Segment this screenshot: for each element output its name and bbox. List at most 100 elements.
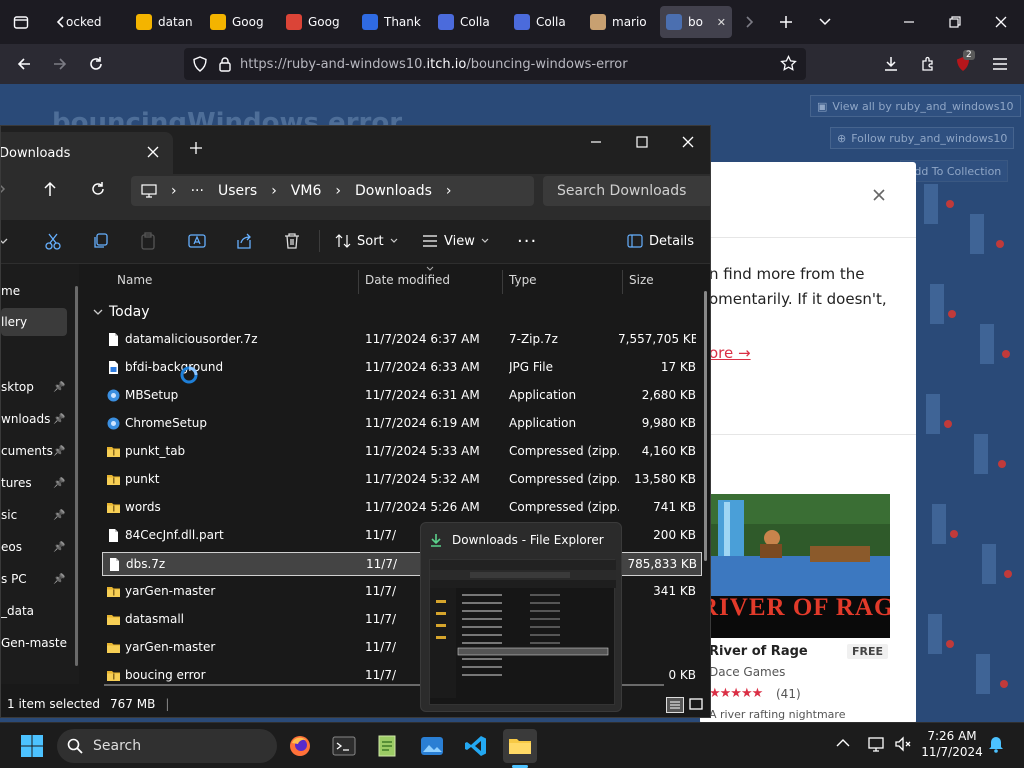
forward-icon[interactable] — [45, 49, 75, 79]
sidebar-item[interactable]: _data — [1, 597, 67, 625]
browser-tab[interactable]: Colla — [508, 6, 578, 38]
explorer-maximize-icon[interactable] — [619, 126, 665, 158]
new-dropdown-icon[interactable] — [1, 224, 21, 258]
view-button[interactable]: View — [422, 224, 489, 258]
pin-icon[interactable]: 📌 — [53, 510, 65, 521]
copy-icon[interactable] — [82, 224, 118, 258]
pin-icon[interactable]: 📌 — [53, 446, 65, 457]
breadcrumb-users[interactable]: Users — [218, 183, 257, 199]
tracking-shield-icon[interactable] — [192, 56, 208, 72]
terminal-icon[interactable] — [327, 729, 361, 763]
explorer-minimize-icon[interactable] — [573, 126, 619, 158]
new-tab-icon[interactable] — [771, 7, 801, 37]
pin-icon[interactable]: 📌 — [53, 574, 65, 585]
network-icon[interactable] — [868, 735, 886, 753]
notification-bell-icon[interactable] — [988, 735, 1004, 753]
lock-icon[interactable] — [218, 56, 232, 72]
photos-icon[interactable] — [415, 729, 449, 763]
show-hidden-icons-icon[interactable] — [836, 738, 850, 748]
volume-muted-icon[interactable] — [894, 735, 912, 753]
browser-tab[interactable]: Goog — [204, 6, 274, 38]
tab-overview-icon[interactable] — [6, 7, 36, 37]
breadcrumb[interactable]: › ··· Users › VM6 › Downloads › — [131, 176, 534, 206]
pin-icon[interactable]: 📌 — [53, 478, 65, 489]
browser-tab[interactable]: bo ✕ — [660, 6, 732, 38]
tab-scroll-right-icon[interactable] — [734, 7, 764, 37]
start-button[interactable] — [15, 729, 49, 763]
browser-tab[interactable]: Colla — [432, 6, 502, 38]
file-row[interactable]: datamaliciousorder.7z 11/7/2024 6:37 AM 7-… — [102, 328, 702, 352]
browser-tab[interactable]: Thank — [356, 6, 426, 38]
game-banner[interactable]: RIVER OF RAGE — [700, 494, 890, 638]
game-title[interactable]: River of Rage — [709, 644, 808, 659]
extensions-icon[interactable] — [913, 49, 943, 79]
paste-icon[interactable] — [130, 224, 166, 258]
ublock-extension-icon[interactable]: 2 — [948, 49, 978, 79]
bookmark-star-icon[interactable] — [780, 55, 797, 72]
details-button[interactable]: Details — [627, 224, 694, 258]
url-bar[interactable]: https://ruby-and-windows10. itch.io/bounc… — [184, 48, 806, 80]
sidebar-item[interactable]: s PC 📌 — [1, 565, 67, 593]
file-row[interactable]: punkt 11/7/2024 5:32 AM Compressed (zipp..… — [102, 468, 702, 492]
sidebar-item[interactable]: sktop 📌 — [1, 373, 67, 401]
details-view-toggle-icon[interactable] — [666, 697, 684, 713]
file-explorer-taskbar-icon[interactable] — [503, 729, 537, 763]
close-tab-icon[interactable] — [147, 146, 159, 158]
search-input[interactable]: Search Downloads — [543, 176, 710, 206]
app-menu-icon[interactable] — [985, 49, 1015, 79]
sidebar-item[interactable]: me — [1, 277, 67, 305]
back-icon[interactable] — [9, 49, 39, 79]
forward-nav-icon[interactable] — [1, 182, 7, 196]
sidebar-item[interactable]: llery — [1, 308, 67, 336]
file-row[interactable]: punkt_tab 11/7/2024 5:33 AM Compressed (zi… — [102, 440, 702, 464]
sidebar-item[interactable]: eos 📌 — [1, 533, 67, 561]
reload-icon[interactable] — [81, 49, 111, 79]
up-nav-icon[interactable] — [42, 181, 58, 197]
file-row[interactable]: MBSetup 11/7/2024 6:31 AM Application 2,680… — [102, 384, 702, 408]
close-tab-icon[interactable]: ✕ — [717, 16, 726, 29]
taskbar-thumbnail-preview[interactable]: Downloads - File Explorer — [420, 522, 622, 712]
taskbar-search-input[interactable]: Search — [57, 729, 277, 763]
browser-tab[interactable]: datan — [130, 6, 200, 38]
sidebar-item[interactable]: wnloads 📌 — [1, 405, 67, 433]
sort-button[interactable]: Sort — [335, 224, 398, 258]
share-icon[interactable] — [226, 224, 262, 258]
close-window-icon[interactable] — [986, 7, 1016, 37]
minimize-icon[interactable] — [894, 7, 924, 37]
breadcrumb-downloads[interactable]: Downloads — [355, 183, 432, 199]
modal-close-icon[interactable] — [870, 186, 888, 204]
browser-tab[interactable]: mario — [584, 6, 654, 38]
column-name[interactable]: Name — [111, 266, 351, 294]
explorer-close-icon[interactable] — [665, 126, 710, 158]
browser-tab[interactable]: ocked — [60, 6, 126, 38]
pin-icon[interactable]: 📌 — [53, 382, 65, 393]
cut-icon[interactable] — [35, 224, 71, 258]
notepad-plus-icon[interactable] — [371, 729, 405, 763]
more-crumbs-icon[interactable]: ··· — [191, 183, 204, 199]
restore-icon[interactable] — [940, 7, 970, 37]
sidebar-item[interactable]: Gen-master — [1, 629, 67, 657]
add-to-collection-button[interactable]: Add To Collection — [900, 160, 1009, 182]
firefox-icon[interactable] — [283, 729, 317, 763]
files-scrollbar[interactable] — [704, 291, 707, 561]
follow-button[interactable]: ⊕ Follow ruby_and_windows10 — [830, 127, 1015, 149]
modal-link[interactable]: ore → — [709, 344, 751, 362]
new-tab-icon[interactable] — [189, 141, 203, 155]
rename-icon[interactable] — [179, 224, 215, 258]
list-all-tabs-icon[interactable] — [810, 7, 840, 37]
browser-tab[interactable]: Goog — [280, 6, 350, 38]
explorer-tab[interactable]: Downloads — [1, 132, 173, 174]
column-type[interactable]: Type — [503, 266, 617, 294]
delete-icon[interactable] — [274, 224, 310, 258]
breadcrumb-vm6[interactable]: VM6 — [291, 183, 322, 199]
more-options-icon[interactable]: ··· — [517, 224, 537, 258]
game-author[interactable]: Dace Games — [709, 665, 785, 679]
pin-icon[interactable]: 📌 — [53, 542, 65, 553]
file-row[interactable]: ChromeSetup 11/7/2024 6:19 AM Application 9… — [102, 412, 702, 436]
column-size[interactable]: Size — [623, 266, 703, 294]
downloads-icon[interactable] — [876, 49, 906, 79]
group-header-today[interactable]: Today — [93, 304, 150, 320]
sidebar-item[interactable]: sic 📌 — [1, 501, 67, 529]
sidebar-item[interactable]: cuments 📌 — [1, 437, 67, 465]
refresh-icon[interactable] — [90, 181, 106, 197]
